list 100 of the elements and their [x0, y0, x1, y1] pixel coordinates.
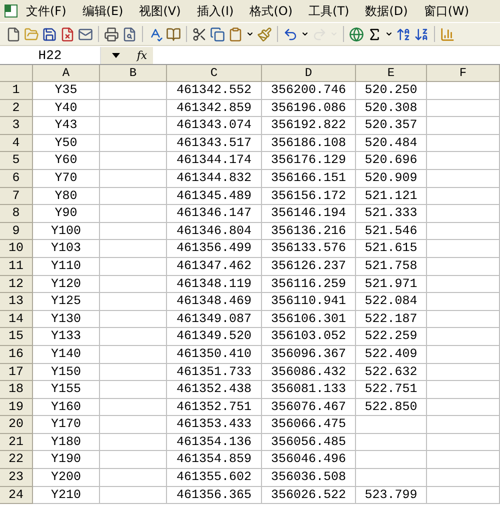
- menu-item[interactable]: 工具(T): [300, 2, 358, 20]
- table-cell: 461345.489: [167, 188, 262, 206]
- table-cell: [100, 188, 167, 206]
- table-cell: 461349.520: [167, 328, 262, 346]
- undo-icon[interactable]: [283, 26, 298, 42]
- paste-icon[interactable]: [228, 26, 243, 42]
- table-cell: [100, 205, 167, 223]
- column-header[interactable]: B: [100, 65, 167, 82]
- table-cell: 521.615: [356, 240, 427, 258]
- table-cell: 356196.086: [262, 100, 356, 118]
- table-cell: [356, 451, 427, 470]
- table-cell: [100, 170, 167, 188]
- table-cell: [100, 258, 167, 276]
- table-cell: 522.084: [356, 293, 427, 311]
- name-box-dropdown[interactable]: [101, 46, 131, 64]
- table-cell: 356133.576: [262, 240, 356, 258]
- table-cell: 461348.119: [167, 276, 262, 294]
- print-icon[interactable]: [104, 26, 119, 42]
- table-cell: Y130: [33, 310, 100, 328]
- row-header[interactable]: 20: [0, 416, 33, 434]
- row-header[interactable]: 17: [0, 364, 33, 382]
- row-header[interactable]: 22: [0, 451, 33, 470]
- table-cell: 461344.832: [167, 170, 262, 188]
- table-cell: 461355.602: [167, 469, 262, 487]
- row-header[interactable]: 8: [0, 205, 33, 223]
- table-cell: 521.121: [356, 188, 427, 206]
- menu-item[interactable]: 数据(D): [357, 2, 416, 20]
- column-header[interactable]: E: [356, 65, 427, 82]
- column-header[interactable]: A: [33, 65, 100, 82]
- table-cell: 461343.517: [167, 134, 262, 152]
- row-header[interactable]: 19: [0, 398, 33, 416]
- menu-item[interactable]: 文件(F): [18, 2, 74, 20]
- table-cell: 461347.462: [167, 258, 262, 276]
- row-header[interactable]: 13: [0, 293, 33, 311]
- menu-item[interactable]: 插入(I): [188, 2, 242, 20]
- row-header[interactable]: 21: [0, 434, 33, 452]
- menu-item[interactable]: 视图(V): [131, 2, 189, 20]
- table-cell: 461343.074: [167, 117, 262, 135]
- table-cell: 461354.859: [167, 451, 262, 470]
- preview-icon[interactable]: [122, 26, 137, 42]
- row-header[interactable]: 1: [0, 82, 33, 100]
- sort-descending-icon[interactable]: [414, 26, 429, 42]
- table-cell: [100, 416, 167, 434]
- table-cell: 356146.194: [262, 205, 356, 223]
- table-cell: 520.696: [356, 152, 427, 170]
- row-header[interactable]: 9: [0, 222, 33, 240]
- menu-item[interactable]: 编辑(E): [74, 2, 132, 20]
- row-header[interactable]: 23: [0, 469, 33, 487]
- column-header[interactable]: D: [262, 65, 356, 82]
- row-header[interactable]: 16: [0, 346, 33, 364]
- table-cell: 521.758: [356, 258, 427, 276]
- row-header[interactable]: 5: [0, 152, 33, 170]
- table-cell: Y210: [33, 486, 100, 504]
- row-header[interactable]: 6: [0, 170, 33, 188]
- table-cell: 461348.469: [167, 293, 262, 311]
- column-header[interactable]: C: [167, 65, 262, 82]
- row-header[interactable]: 10: [0, 240, 33, 258]
- column-header[interactable]: F: [427, 65, 500, 82]
- table-cell: Y190: [33, 451, 100, 470]
- row-header[interactable]: 4: [0, 134, 33, 152]
- chart-icon[interactable]: [440, 26, 455, 42]
- row-header[interactable]: 24: [0, 486, 33, 504]
- sum-icon[interactable]: [367, 26, 382, 42]
- caret-icon[interactable]: [385, 30, 393, 38]
- menu-item[interactable]: 格式(O): [242, 2, 301, 20]
- table-cell: [100, 276, 167, 294]
- caret-icon: [112, 52, 120, 58]
- row-header[interactable]: 15: [0, 328, 33, 346]
- caret-icon[interactable]: [246, 30, 254, 38]
- row-header[interactable]: 2: [0, 100, 33, 118]
- table-cell: [100, 240, 167, 258]
- row-header[interactable]: 12: [0, 276, 33, 294]
- table-cell: 522.850: [356, 398, 427, 416]
- cut-icon[interactable]: [192, 26, 207, 42]
- mail-icon[interactable]: [78, 26, 93, 42]
- menu-item[interactable]: 窗口(W): [416, 2, 478, 20]
- row-header[interactable]: 11: [0, 258, 33, 276]
- row-header[interactable]: 3: [0, 117, 33, 135]
- table-cell: 356106.301: [262, 310, 356, 328]
- table-cell: Y200: [33, 469, 100, 487]
- table-cell: 521.546: [356, 222, 427, 240]
- table-cell: 521.971: [356, 276, 427, 294]
- table-cell: [100, 451, 167, 470]
- caret-icon[interactable]: [301, 30, 309, 38]
- spelling-icon[interactable]: [148, 26, 163, 42]
- table-cell: Y150: [33, 364, 100, 382]
- row-header[interactable]: 18: [0, 381, 33, 399]
- spreadsheet-icon: [4, 4, 18, 18]
- copy-icon[interactable]: [210, 26, 225, 42]
- table-cell: Y120: [33, 276, 100, 294]
- table-cell: [100, 328, 167, 346]
- row-header[interactable]: 14: [0, 310, 33, 328]
- table-cell: [100, 222, 167, 240]
- table-cell: 356076.467: [262, 398, 356, 416]
- sort-ascending-icon[interactable]: [396, 26, 411, 42]
- new-icon[interactable]: [6, 26, 21, 42]
- insert-function-button[interactable]: fx: [131, 46, 153, 64]
- table-cell: 356156.172: [262, 188, 356, 206]
- row-header[interactable]: 7: [0, 188, 33, 206]
- save-icon[interactable]: [42, 26, 57, 42]
